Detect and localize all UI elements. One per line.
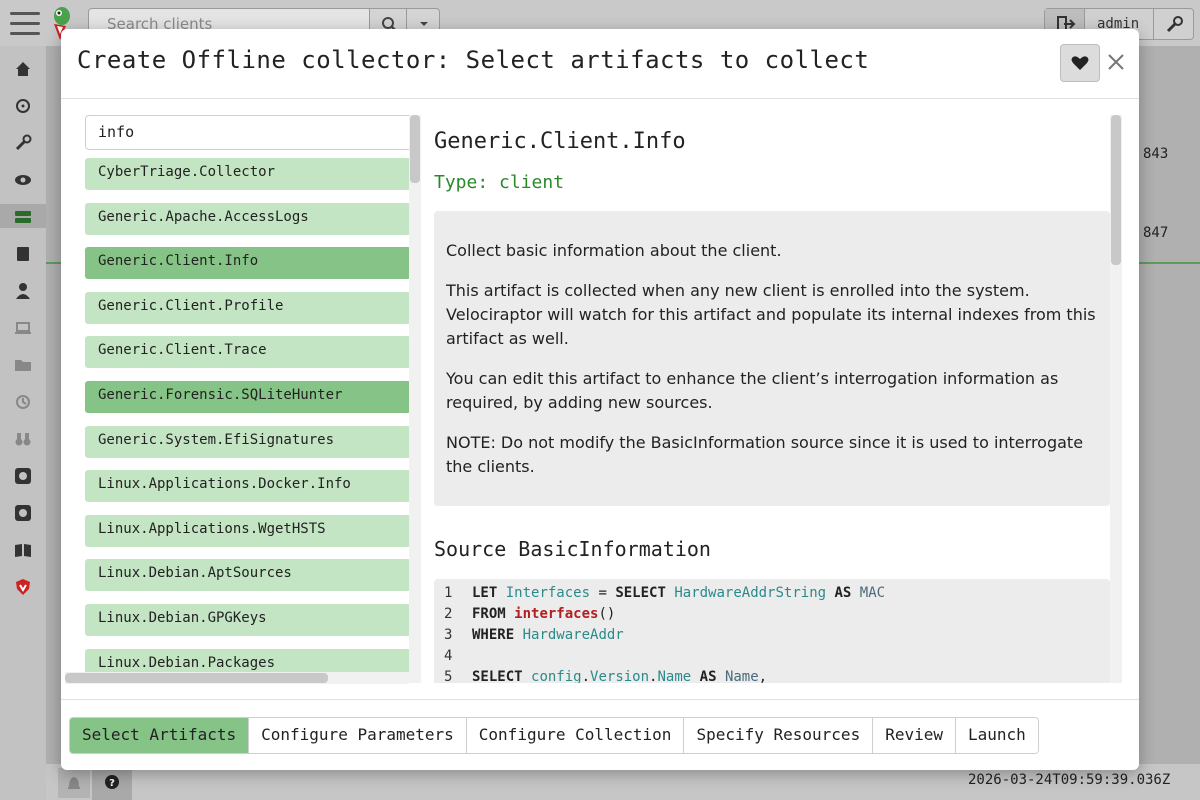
offline-collector-dialog: Create Offline collector: Select artifac… [61,29,1139,770]
artifact-list-item[interactable]: CyberTriage.Collector [85,158,411,190]
artifact-list-item[interactable]: Generic.System.EfiSignatures [85,425,411,458]
code-line: 3 WHERE HardwareAddr [434,625,1110,646]
crosshair-icon[interactable] [14,97,32,115]
artifact-list-item[interactable]: Linux.Applications.WgetHSTS [85,514,411,547]
left-sidebar [0,46,46,800]
dialog-title: Create Offline collector: Select artifac… [77,46,870,74]
description-paragraph: You can edit this artifact to enhance th… [446,369,1059,412]
artifact-list-item[interactable]: Generic.Forensic.SQLiteHunter [85,381,411,413]
code-line: 2 FROM interfaces() [434,604,1110,625]
source-code-block: 1 LET Interfaces = SELECT HardwareAddrStr… [434,579,1110,683]
laptop-icon[interactable] [14,319,32,337]
wizard-step-configure-collection[interactable]: Configure Collection [466,718,685,753]
heart-icon [1071,56,1089,70]
description-paragraph: NOTE: Do not modify the BasicInformation… [446,433,1084,476]
background-row-value: 843 [1143,146,1169,162]
dialog-footer: Select Artifacts Configure Parameters Conf… [61,699,1139,770]
artifact-list-item[interactable]: Generic.Client.Info [85,247,411,280]
wrench-icon [1166,16,1183,33]
line-number: 2 [444,606,453,622]
server-icon[interactable] [14,208,32,226]
code-line: 5 SELECT config.Version.Name AS Name, [434,667,1110,683]
artifact-list-item[interactable]: Linux.Applications.Docker.Info [85,470,411,503]
shield-icon[interactable] [14,578,32,596]
wizard-step-select-artifacts[interactable]: Select Artifacts [70,718,250,753]
code-text: LET Interfaces = SELECT HardwareAddrStri… [472,585,886,601]
wizard-step-specify-resources[interactable]: Specify Resources [684,718,874,753]
folder-icon[interactable] [14,356,32,374]
artifact-list-hscroll-thumb[interactable] [65,673,328,683]
history-icon[interactable] [14,393,32,411]
artifact-filter-input[interactable]: info [85,115,411,150]
dialog-header: Create Offline collector: Select artifac… [61,29,1139,99]
artifact-list-item[interactable]: Generic.Client.Profile [85,291,411,324]
wizard-step-configure-parameters[interactable]: Configure Parameters [249,718,467,753]
line-number: 5 [444,669,453,683]
code-line: 1 LET Interfaces = SELECT HardwareAddrStr… [434,583,1110,604]
artifact-selector: info CyberTriage.Collector Generic.Apache… [85,115,423,683]
code-line: 4 [434,646,1110,667]
line-number: 3 [444,627,453,643]
source-title: Source BasicInformation [434,537,711,561]
line-number: 4 [444,648,453,664]
background-row-value: 847 [1143,225,1169,241]
server-timestamp: 2026-03-24T09:59:39.036Z [968,772,1171,788]
svg-text:?: ? [109,778,115,789]
artifact-list-item[interactable]: Linux.Debian.AptSources [85,559,411,592]
wizard-steps: Select Artifacts Configure Parameters Conf… [69,717,1039,754]
close-icon[interactable] [1105,51,1127,73]
artifact-list-scrollbar[interactable] [409,115,421,683]
favorite-button[interactable] [1060,44,1100,82]
code-text: FROM interfaces() [472,606,616,622]
bell-icon [68,777,80,789]
book-open-icon[interactable] [14,541,32,559]
wizard-step-launch[interactable]: Launch [956,718,1038,753]
user-settings-button[interactable] [1153,9,1193,39]
artifact-list-item[interactable]: Generic.Apache.AccessLogs [85,202,411,235]
line-number: 1 [444,585,453,601]
notifications-button[interactable] [58,768,90,798]
github-icon[interactable] [14,504,32,522]
wizard-step-review[interactable]: Review [873,718,956,753]
code-text: WHERE HardwareAddr [472,627,624,643]
hamburger-icon[interactable] [10,12,40,36]
eye-icon[interactable] [14,171,32,189]
artifact-description: Collect basic information about the clie… [434,211,1110,506]
home-icon[interactable] [14,60,32,78]
github-icon[interactable] [14,467,32,485]
description-paragraph: This artifact is collected when any new … [446,281,1096,348]
artifact-list-item[interactable]: Generic.Client.Trace [85,336,411,369]
code-text: SELECT config.Version.Name AS Name, [472,669,768,683]
book-icon[interactable] [14,245,32,263]
wrench-icon[interactable] [14,134,32,152]
artifact-details: Generic.Client.Info Type: client Collect… [434,115,1110,683]
artifact-list-scroll-thumb[interactable] [410,115,420,183]
artifact-detail-name: Generic.Client.Info [434,129,686,154]
artifact-list-item[interactable]: Linux.Debian.GPGKeys [85,604,411,636]
description-paragraph: Collect basic information about the clie… [446,241,782,260]
artifact-detail-type: Type: client [434,172,565,193]
binoculars-icon[interactable] [14,430,32,448]
user-icon[interactable] [14,282,32,300]
details-scroll-thumb[interactable] [1111,115,1121,265]
